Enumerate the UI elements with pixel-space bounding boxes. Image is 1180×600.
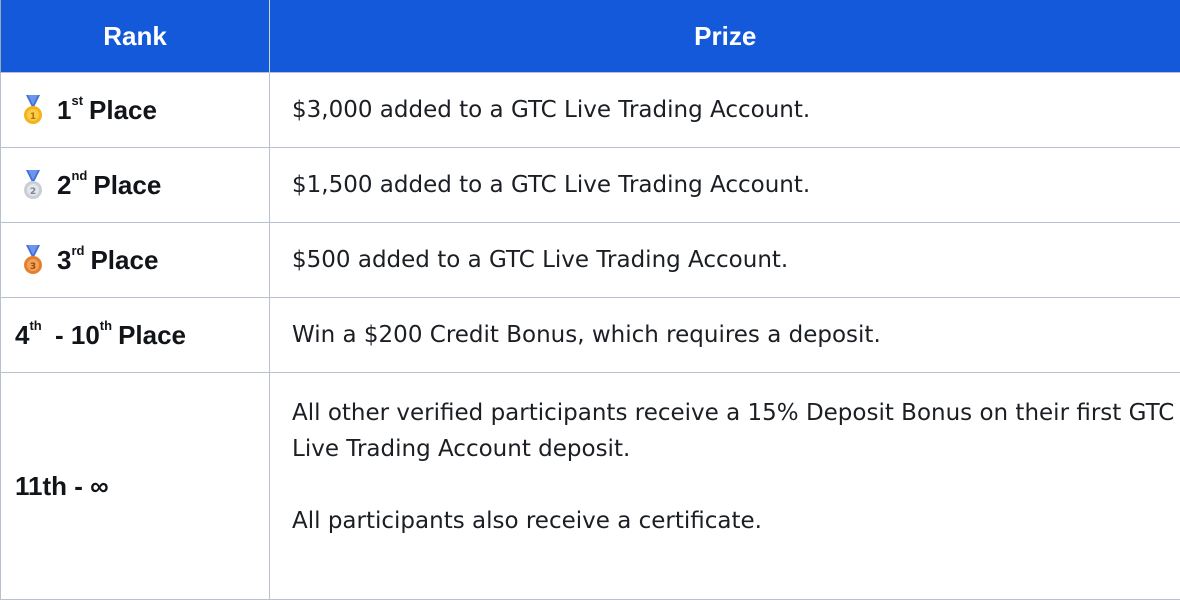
prize-cell: $1,500 added to a GTC Live Trading Accou…: [270, 148, 1180, 223]
rank-header: Rank: [1, 0, 270, 73]
rank-cell: 1 1stPlace: [1, 73, 270, 148]
rank-number: 3: [57, 245, 71, 275]
prize-cell: All other verified participants receive …: [270, 373, 1180, 600]
rank-suffix: st: [71, 93, 83, 108]
rank-place-label: Place: [93, 170, 161, 200]
rank-cell: 2 2ndPlace: [1, 148, 270, 223]
gold-medal-icon: 1: [23, 95, 43, 125]
silver-medal-icon: 2: [23, 170, 43, 200]
rank-number: 1: [57, 95, 71, 125]
table-row: 4th - 10thPlace Win a $200 Credit Bonus,…: [1, 298, 1180, 373]
rank-place-label: Place: [89, 95, 157, 125]
rank-separator: - 10: [48, 320, 100, 350]
rank-to-suffix: th: [100, 318, 112, 333]
table-row: 3 3rdPlace $500 added to a GTC Live Trad…: [1, 223, 1180, 298]
header-row: Rank Prize: [1, 0, 1180, 73]
rank-from-suffix: th: [29, 318, 41, 333]
rank-from: 4: [15, 320, 29, 350]
svg-text:1: 1: [30, 112, 36, 122]
rank-suffix: nd: [71, 168, 87, 183]
rank-place-label: Place: [90, 245, 158, 275]
prize-cell: Win a $200 Credit Bonus, which requires …: [270, 298, 1180, 373]
rank-cell: 4th - 10thPlace: [1, 298, 270, 373]
svg-text:2: 2: [30, 187, 36, 197]
rank-cell: 11th - ∞: [1, 373, 270, 600]
prize-line: All participants also receive a certific…: [292, 503, 1180, 539]
prize-table: Rank Prize 1 1stPlace $3,000 added to a …: [0, 0, 1180, 600]
table-row: 2 2ndPlace $1,500 added to a GTC Live Tr…: [1, 148, 1180, 223]
prize-cell: $500 added to a GTC Live Trading Account…: [270, 223, 1180, 298]
prize-line: All other verified participants receive …: [292, 395, 1180, 467]
rank-number: 2: [57, 170, 71, 200]
bronze-medal-icon: 3: [23, 245, 43, 275]
table-row: 1 1stPlace $3,000 added to a GTC Live Tr…: [1, 73, 1180, 148]
rank-suffix: rd: [71, 243, 84, 258]
prize-cell: $3,000 added to a GTC Live Trading Accou…: [270, 73, 1180, 148]
prize-header: Prize: [270, 0, 1180, 73]
table-row: 11th - ∞ All other verified participants…: [1, 373, 1180, 600]
svg-text:3: 3: [30, 262, 36, 272]
rank-cell: 3 3rdPlace: [1, 223, 270, 298]
rank-place-label: Place: [118, 320, 186, 350]
